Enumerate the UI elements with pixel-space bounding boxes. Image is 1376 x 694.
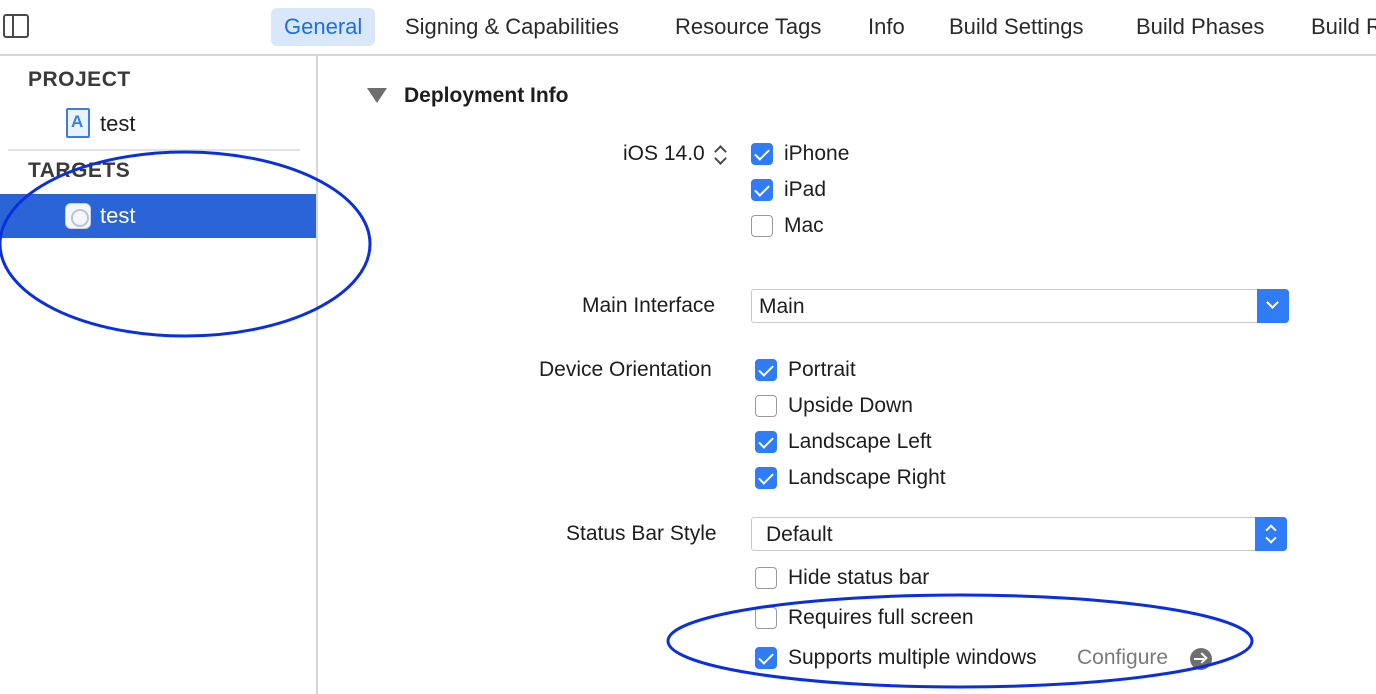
tab-build-settings[interactable]: Build Settings [949, 8, 1084, 46]
upside-down-label: Upside Down [788, 394, 913, 417]
navigator-toggle-icon[interactable] [3, 14, 29, 38]
tab-resource-tags[interactable]: Resource Tags [675, 8, 821, 46]
mac-checkbox[interactable] [751, 215, 773, 237]
device-orientation-label: Device Orientation [539, 358, 712, 381]
ios-version-popup[interactable]: iOS 14.0 [623, 142, 705, 166]
iphone-checkbox[interactable] [751, 143, 773, 165]
iphone-label: iPhone [784, 142, 850, 165]
landscape-right-label: Landscape Right [788, 466, 946, 489]
supports-multiple-windows-checkbox[interactable] [755, 647, 777, 669]
app-target-icon [65, 203, 91, 229]
hide-status-bar-label: Hide status bar [788, 566, 930, 589]
portrait-label: Portrait [788, 358, 856, 381]
tab-build-phases[interactable]: Build Phases [1136, 8, 1264, 46]
tab-signing-capabilities[interactable]: Signing & Capabilities [405, 8, 619, 46]
portrait-checkbox[interactable] [755, 359, 777, 381]
main-interface-value[interactable]: Main [759, 295, 805, 319]
requires-full-screen-label: Requires full screen [788, 606, 974, 629]
landscape-right-checkbox[interactable] [755, 467, 777, 489]
arrow-right-circle-icon[interactable] [1190, 648, 1212, 670]
sidebar-item-label: test [100, 203, 136, 228]
chevron-updown-icon[interactable] [713, 143, 727, 167]
main-interface-label: Main Interface [582, 294, 716, 317]
status-bar-style-value: Default [766, 523, 833, 546]
editor-tab-bar: General Signing & Capabilities Resource … [0, 0, 1376, 56]
sidebar-item-project-test[interactable]: test [0, 102, 316, 146]
ipad-label: iPad [784, 178, 827, 201]
status-bar-style-popup[interactable]: Default [751, 517, 1287, 551]
chevron-down-icon[interactable] [1257, 289, 1289, 323]
sidebar-divider [8, 149, 300, 151]
upside-down-checkbox[interactable] [755, 395, 777, 417]
status-bar-style-label: Status Bar Style [566, 522, 717, 545]
ipad-checkbox[interactable] [751, 179, 773, 201]
disclosure-triangle-icon[interactable] [367, 88, 387, 103]
tab-build-rules[interactable]: Build R [1311, 8, 1376, 46]
requires-full-screen-checkbox[interactable] [755, 607, 777, 629]
sidebar-item-label: test [100, 111, 136, 136]
hide-status-bar-checkbox[interactable] [755, 567, 777, 589]
targets-section-header: TARGETS [28, 159, 131, 182]
project-section-header: PROJECT [28, 68, 131, 91]
tab-info[interactable]: Info [868, 8, 905, 46]
supports-multiple-windows-label: Supports multiple windows [788, 646, 1037, 669]
main-interface-combobox[interactable]: Main [751, 289, 1289, 323]
xcode-project-icon [66, 108, 90, 138]
deployment-info-title: Deployment Info [404, 84, 569, 107]
chevron-updown-icon[interactable] [1255, 517, 1287, 551]
tab-general[interactable]: General [271, 8, 376, 46]
sidebar-item-target-test[interactable]: test [0, 194, 316, 238]
landscape-left-label: Landscape Left [788, 430, 932, 453]
landscape-left-checkbox[interactable] [755, 431, 777, 453]
project-target-sidebar: PROJECT test TARGETS test [0, 56, 318, 694]
mac-label: Mac [784, 214, 824, 237]
configure-link[interactable]: Configure [1077, 646, 1168, 670]
